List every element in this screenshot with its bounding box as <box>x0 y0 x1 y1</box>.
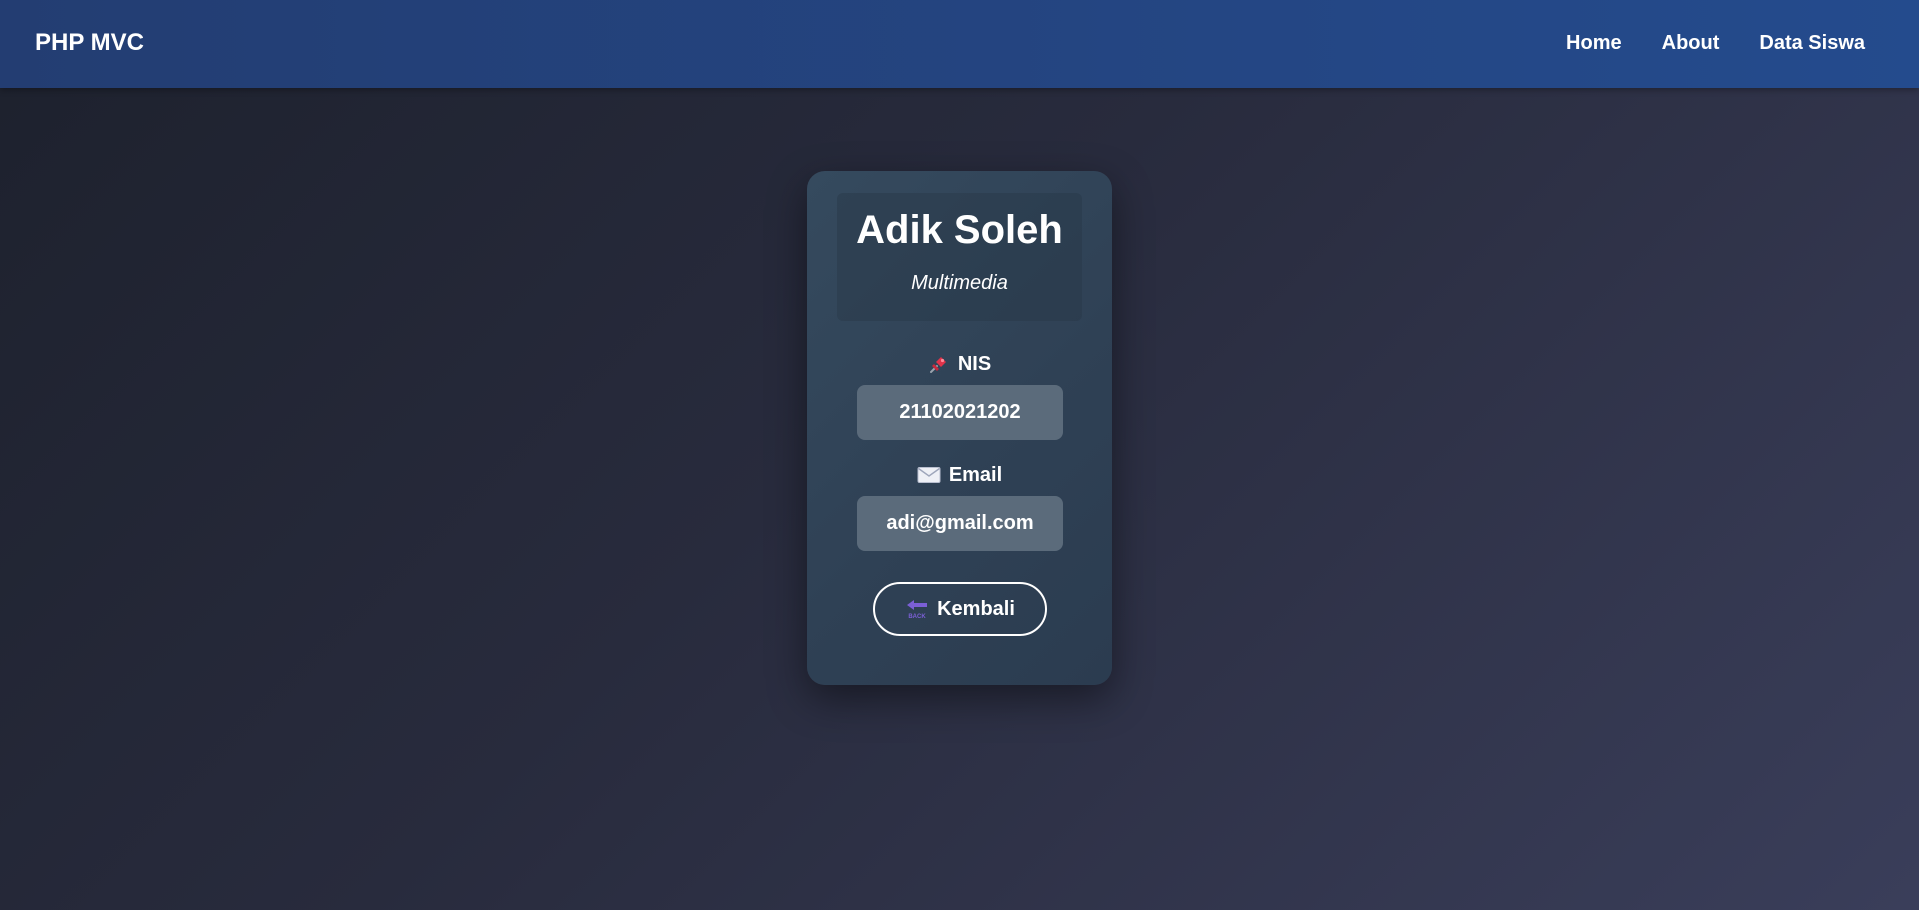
nav-link-about[interactable]: About <box>1662 29 1720 57</box>
nav-links: Home About Data Siswa <box>1566 29 1865 57</box>
nav-link-data-siswa[interactable]: Data Siswa <box>1759 29 1865 57</box>
nis-label-text: NIS <box>957 353 992 375</box>
nis-value: 21102021202 <box>857 385 1063 440</box>
envelope-icon <box>917 466 941 484</box>
back-button-label: Kembali <box>937 597 1015 620</box>
back-icon-text: BACK <box>908 614 926 620</box>
student-major: Multimedia <box>911 272 1008 294</box>
brand-logo[interactable]: PHP MVC <box>35 28 144 58</box>
navbar: PHP MVC Home About Data Siswa <box>0 0 1919 88</box>
student-detail-card: Adik Soleh Multimedia NIS 21102021202 Em… <box>807 171 1112 685</box>
nav-link-home[interactable]: Home <box>1566 29 1622 57</box>
email-label-text: Email <box>948 464 1003 486</box>
email-label: Email <box>807 462 1112 488</box>
student-name: Adik Soleh <box>856 208 1063 252</box>
nis-label: NIS <box>807 351 1112 377</box>
back-button[interactable]: BACK Kembali <box>873 582 1047 636</box>
email-value: adi@gmail.com <box>857 496 1063 551</box>
pushpin-icon <box>928 353 950 375</box>
back-arrow-icon: BACK <box>905 598 929 620</box>
